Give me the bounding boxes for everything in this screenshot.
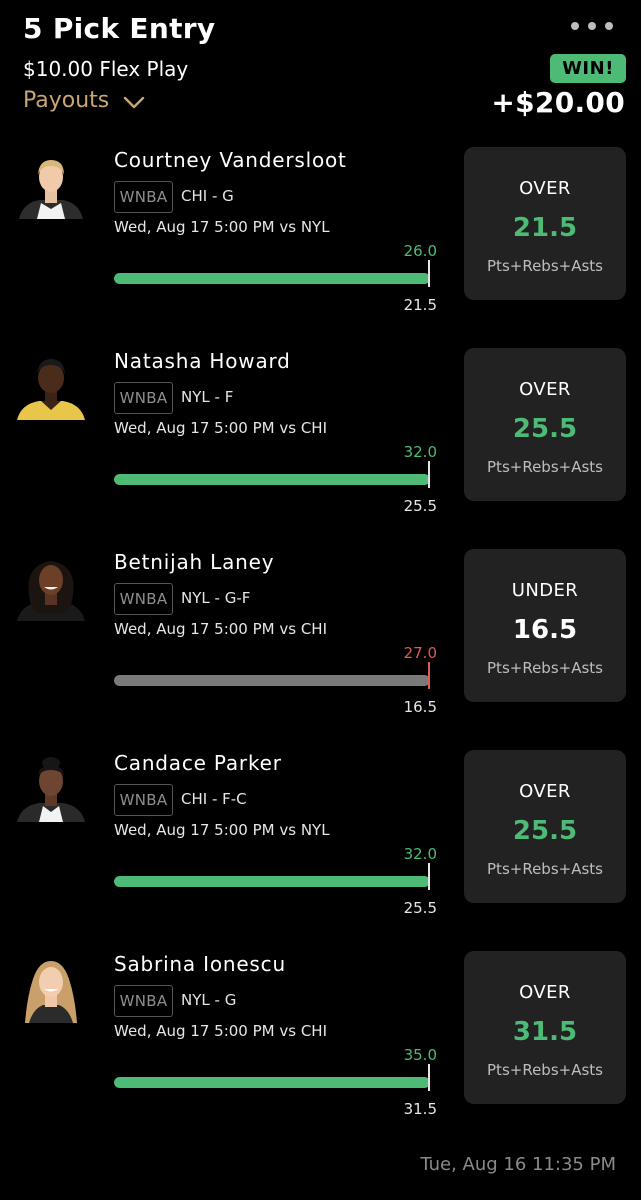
more-options-icon[interactable]	[567, 18, 617, 34]
line-marker	[428, 662, 430, 689]
team-position: CHI - F-C	[181, 790, 247, 808]
line-value: 16.5	[403, 698, 437, 716]
line-value: 25.5	[403, 497, 437, 515]
line-marker	[428, 1064, 430, 1091]
team-position: NYL - G-F	[181, 589, 251, 607]
pick-direction: OVER	[519, 781, 571, 802]
player-name: Courtney Vandersloot	[114, 148, 347, 172]
projection-card[interactable]: OVER 31.5 Pts+Rebs+Asts	[464, 951, 626, 1104]
game-info: Wed, Aug 17 5:00 PM vs CHI	[114, 1022, 327, 1040]
projection-line: 16.5	[512, 615, 578, 645]
projection-card[interactable]: OVER 25.5 Pts+Rebs+Asts	[464, 750, 626, 903]
stat-type: Pts+Rebs+Asts	[487, 458, 603, 476]
line-marker	[428, 461, 430, 488]
player-avatar	[15, 354, 87, 420]
pick-direction: OVER	[519, 178, 571, 199]
progress-fill	[114, 675, 430, 686]
page-title: 5 Pick Entry	[23, 12, 216, 45]
pick-row[interactable]: Candace Parker WNBA CHI - F-C Wed, Aug 1…	[0, 750, 641, 930]
projection-card[interactable]: UNDER 16.5 Pts+Rebs+Asts	[464, 549, 626, 702]
player-name: Sabrina Ionescu	[114, 952, 286, 976]
entry-type-label: $10.00 Flex Play	[23, 57, 189, 81]
actual-stat-value: 26.0	[403, 242, 437, 260]
progress-bar	[114, 474, 430, 485]
projection-card[interactable]: OVER 25.5 Pts+Rebs+Asts	[464, 348, 626, 501]
player-name: Betnijah Laney	[114, 550, 275, 574]
pick-row[interactable]: Betnijah Laney WNBA NYL - G-F Wed, Aug 1…	[0, 549, 641, 729]
team-position: CHI - G	[181, 187, 234, 205]
progress-bar	[114, 1077, 430, 1088]
game-info: Wed, Aug 17 5:00 PM vs CHI	[114, 620, 327, 638]
player-name: Natasha Howard	[114, 349, 291, 373]
league-badge: WNBA	[114, 784, 173, 816]
entry-header: 5 Pick Entry $10.00 Flex Play Payouts WI…	[0, 0, 641, 140]
line-marker	[428, 260, 430, 287]
progress-fill	[114, 474, 430, 485]
league-badge: WNBA	[114, 583, 173, 615]
actual-stat-value: 35.0	[403, 1046, 437, 1064]
line-value: 25.5	[403, 899, 437, 917]
winnings-amount: +$20.00	[491, 86, 625, 119]
league-badge: WNBA	[114, 382, 173, 414]
game-info: Wed, Aug 17 5:00 PM vs CHI	[114, 419, 327, 437]
line-value: 21.5	[403, 296, 437, 314]
game-info: Wed, Aug 17 5:00 PM vs NYL	[114, 218, 330, 236]
pick-direction: OVER	[519, 982, 571, 1003]
payouts-label: Payouts	[23, 88, 110, 113]
team-position: NYL - F	[181, 388, 234, 406]
stat-type: Pts+Rebs+Asts	[487, 257, 603, 275]
stat-type: Pts+Rebs+Asts	[487, 1061, 603, 1079]
player-avatar	[15, 555, 87, 621]
actual-stat-value: 32.0	[403, 845, 437, 863]
progress-fill	[114, 1077, 430, 1088]
projection-line: 21.5	[512, 213, 578, 243]
player-avatar	[15, 153, 87, 219]
line-marker	[428, 863, 430, 890]
progress-bar	[114, 675, 430, 686]
player-name: Candace Parker	[114, 751, 282, 775]
pick-row[interactable]: Sabrina Ionescu WNBA NYL - G Wed, Aug 17…	[0, 951, 641, 1131]
progress-bar	[114, 273, 430, 284]
projection-line: 25.5	[512, 816, 578, 846]
chevron-down-icon	[124, 96, 145, 108]
player-avatar	[15, 957, 87, 1023]
payouts-toggle[interactable]: Payouts	[23, 88, 145, 113]
game-info: Wed, Aug 17 5:00 PM vs NYL	[114, 821, 330, 839]
progress-fill	[114, 876, 430, 887]
projection-card[interactable]: OVER 21.5 Pts+Rebs+Asts	[464, 147, 626, 300]
entry-timestamp: Tue, Aug 16 11:35 PM	[420, 1154, 616, 1175]
projection-line: 25.5	[512, 414, 578, 444]
pick-direction: UNDER	[511, 580, 579, 601]
progress-fill	[114, 273, 430, 284]
projection-line: 31.5	[512, 1017, 578, 1047]
actual-stat-value: 27.0	[403, 644, 437, 662]
status-badge: WIN!	[550, 54, 626, 83]
league-badge: WNBA	[114, 181, 173, 213]
stat-type: Pts+Rebs+Asts	[487, 659, 603, 677]
line-value: 31.5	[403, 1100, 437, 1118]
pick-row[interactable]: Courtney Vandersloot WNBA CHI - G Wed, A…	[0, 147, 641, 327]
player-avatar	[15, 756, 87, 822]
stat-type: Pts+Rebs+Asts	[487, 860, 603, 878]
pick-row[interactable]: Natasha Howard WNBA NYL - F Wed, Aug 17 …	[0, 348, 641, 528]
league-badge: WNBA	[114, 985, 173, 1017]
actual-stat-value: 32.0	[403, 443, 437, 461]
progress-bar	[114, 876, 430, 887]
team-position: NYL - G	[181, 991, 237, 1009]
pick-direction: OVER	[519, 379, 571, 400]
